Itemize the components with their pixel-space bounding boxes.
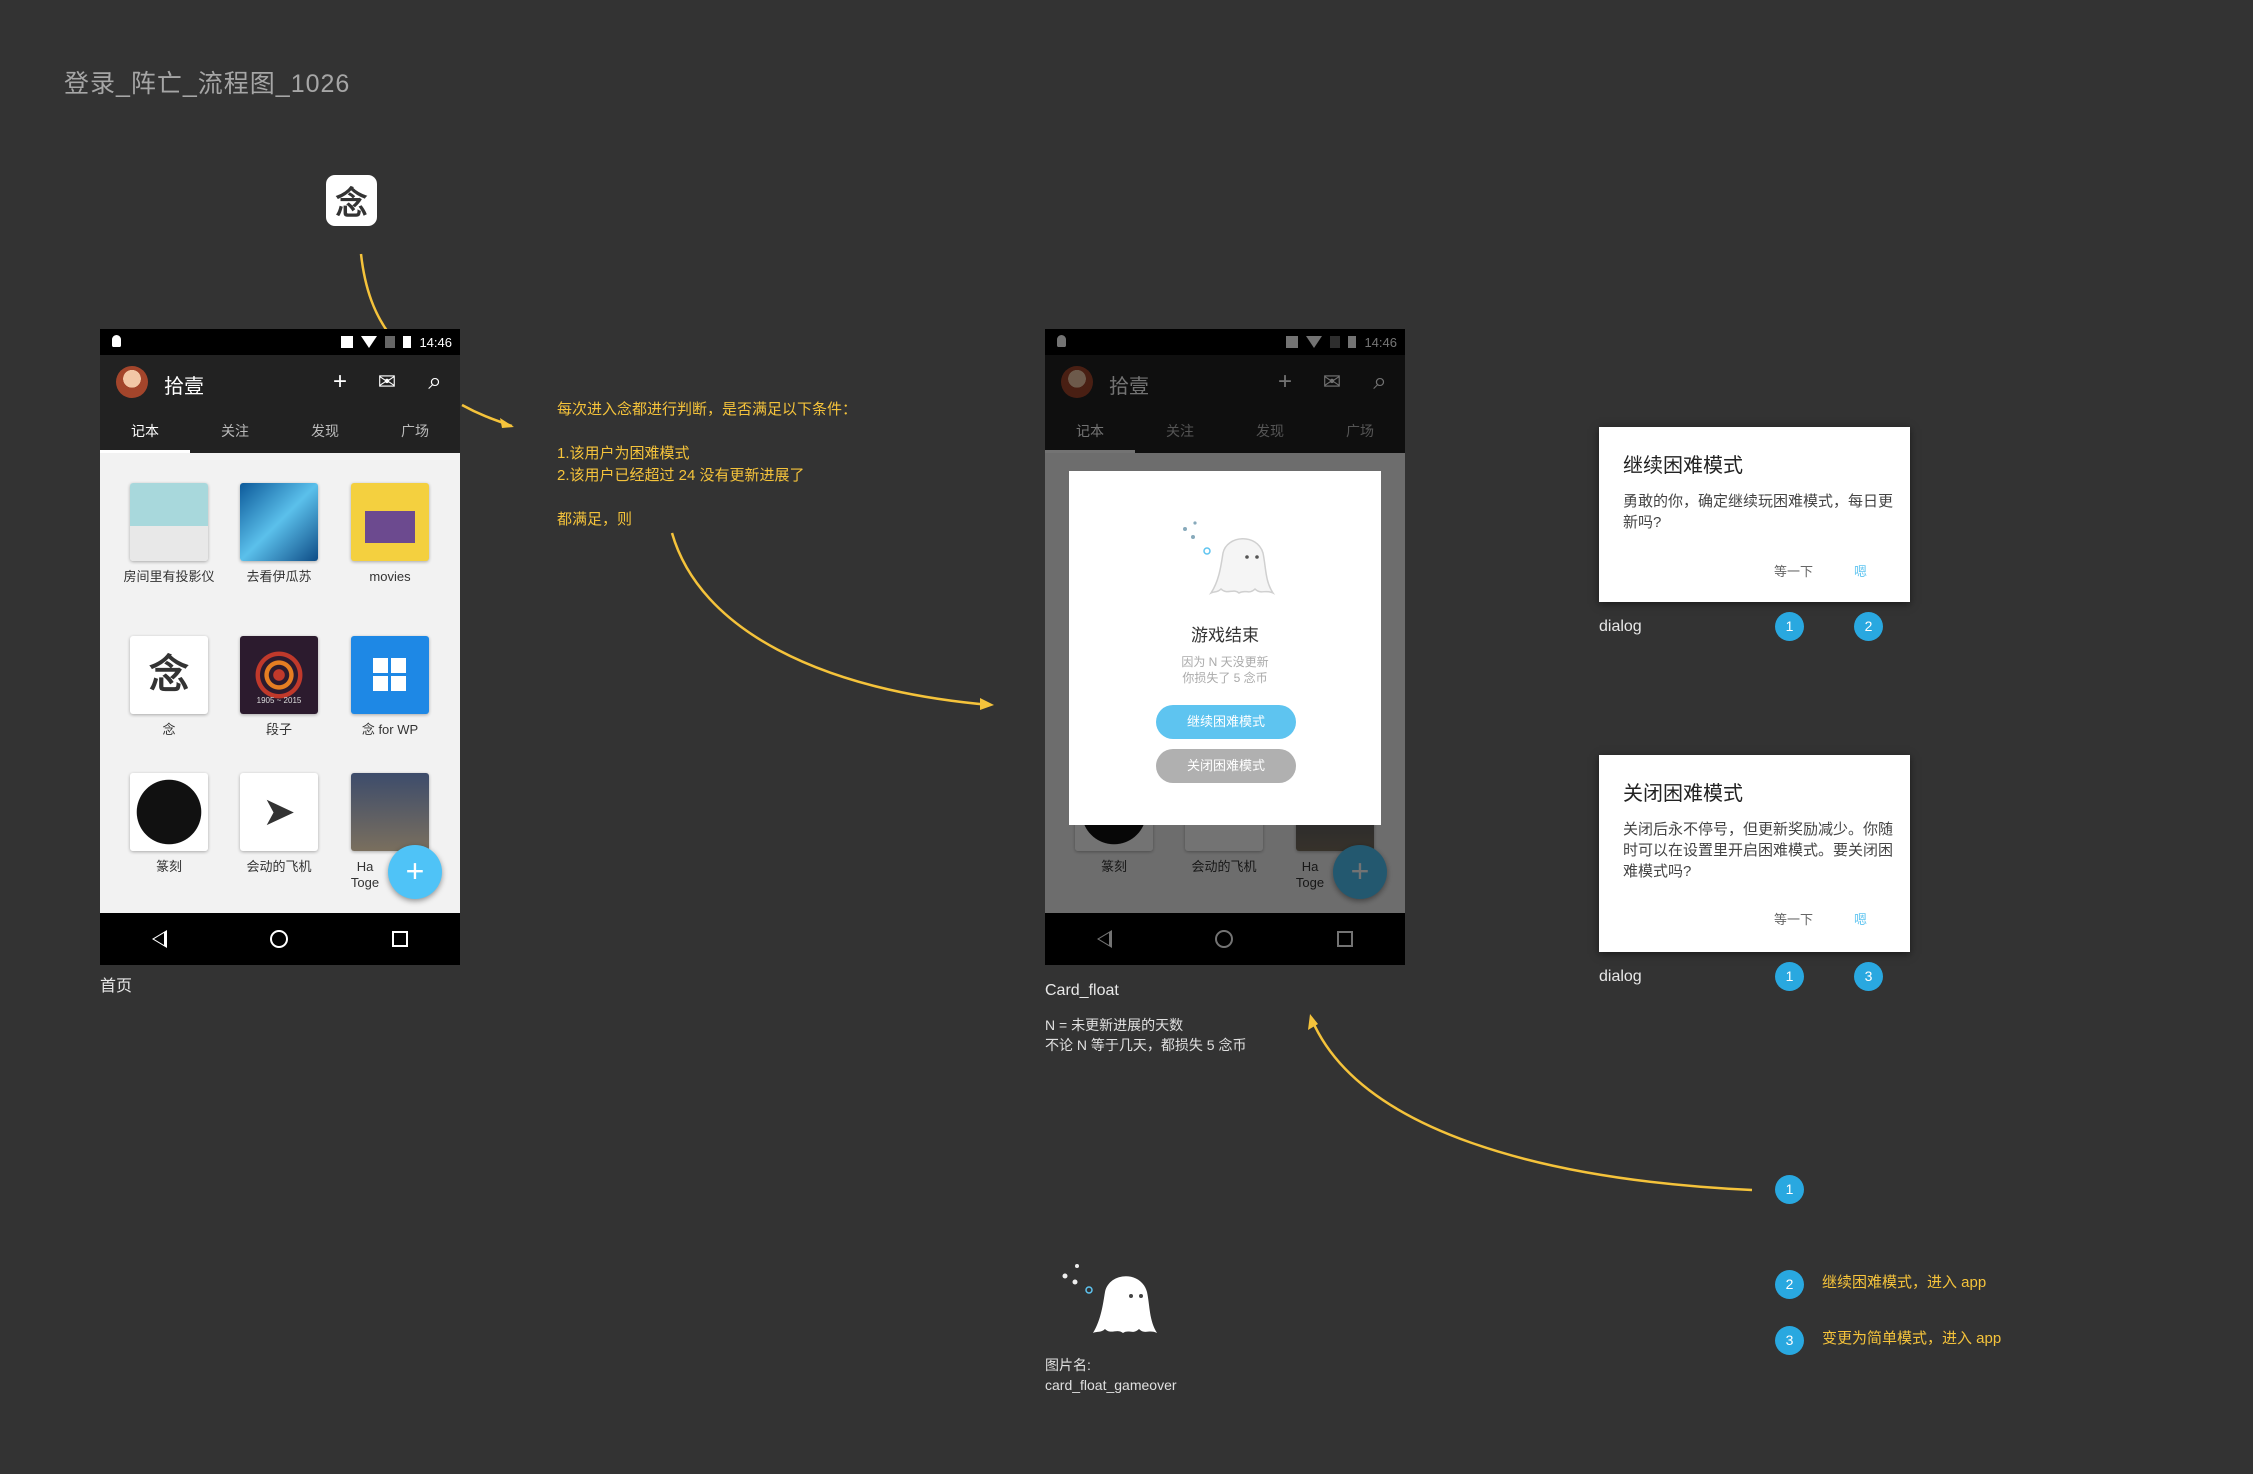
notebook-label: 会动的飞机 [246,859,312,874]
tab-notebooks[interactable]: 记本 [100,409,190,453]
step-badge: 2 [1854,612,1883,641]
search-icon[interactable]: ⌕ [422,369,448,395]
toolbar: 拾壹 + ✉ ⌕ [100,355,460,409]
status-bar: 14:46 [100,329,460,355]
nav-bar [100,913,460,965]
image-name-line: card_float_gameover [1045,1377,1177,1393]
phone-home: 14:46 拾壹 + ✉ ⌕ 记本 关注 发现 广场 房间里有投影仪 去看伊瓜苏… [100,329,460,965]
legend-badge: 1 [1775,1175,1804,1204]
windows-thumbnail [351,636,429,714]
condition-line: 都满足，则 [557,511,633,528]
legend-text: 变更为简单模式，进入 app [1822,1330,2002,1347]
arrow-icon-to-phone [359,253,392,336]
notebook-item[interactable]: 房间里有投影仪 [114,483,224,585]
image-name-note: 图片名: card_float_gameover [1045,1355,1177,1395]
arrow-head-note [500,418,514,428]
notebook-label: 篆刻 [155,859,182,874]
home-icon[interactable] [270,930,289,948]
ghost-asset-icon [1062,1264,1157,1333]
status-time: 14:46 [419,334,452,350]
notebook-item[interactable]: ➤ 会动的飞机 [224,773,334,875]
notebook-item[interactable]: 篆刻 [114,773,224,875]
card-caption: Card_float [1045,982,1119,999]
legend-text: 继续困难模式，进入 app [1822,1274,1987,1291]
band-thumbnail [351,773,429,851]
condition-line: 2.该用户已经超过 24 没有更新进展了 [557,467,805,484]
tab-square[interactable]: 广场 [370,409,460,453]
notification-icon [112,335,121,347]
mail-icon[interactable]: ✉ [374,369,400,395]
notebook-item[interactable]: movies [335,483,445,585]
legend-badge: 2 [1775,1270,1804,1299]
dialog-ok-button[interactable]: 嗯 [1854,561,1867,580]
dialog-caption: dialog [1599,618,1642,635]
dialog-caption: dialog [1599,968,1642,985]
condition-line: 1.该用户为困难模式 [557,445,690,462]
notebook-label: movies [369,569,411,584]
ghost-icon [1183,521,1276,595]
card-title: 游戏结束 [1191,626,1259,645]
recent-apps-icon[interactable] [392,931,409,947]
battery-icon [403,336,412,348]
game-over-card: 游戏结束 因为 N 天没更新 你损失了 5 念币 继续困难模式 关闭困难模式 [1069,471,1381,825]
legend-badge: 3 [1775,1326,1804,1355]
add-icon[interactable]: + [327,369,353,395]
continue-hard-mode-button[interactable]: 继续困难模式 [1156,705,1296,739]
phone-card-float: 14:46 拾壹 + ✉ ⌕ 记本 关注 发现 广场 篆刻 ➤ 会动的飞机 Ha… [1045,329,1405,965]
brain-thumbnail [130,773,208,851]
notebook-label: 去看伊瓜苏 [246,569,312,584]
notebook-item[interactable]: 1905 ~ 2015 段子 [224,636,334,738]
notebook-label: Ha Toge [350,859,380,890]
notebook-label: 念 [162,722,176,737]
notebook-item[interactable]: 念 念 [114,636,224,738]
dialog-body: 关闭后永不停号，但更新奖励减少。你随时可以在设置里开启困难模式。要关闭困难模式吗… [1623,821,1894,880]
notebook-label: 房间里有投影仪 [123,569,215,584]
wifi-icon [361,336,378,348]
tab-follow[interactable]: 关注 [190,409,280,453]
toolbar-title: 拾壹 [164,376,204,398]
card-subtitle: 你损失了 5 念币 [1182,671,1268,685]
paper-plane-thumbnail: ➤ [240,773,318,851]
close-hard-mode-button[interactable]: 关闭困难模式 [1156,749,1296,783]
add-fab-button[interactable]: + [388,845,442,899]
dialog-title: 继续困难模式 [1623,455,1743,477]
condition-line: 每次进入念都进行判断，是否满足以下条件： [557,401,858,418]
fingerprint-thumbnail: 1905 ~ 2015 [240,636,318,714]
notebook-label: 段子 [265,722,292,737]
card-note-line: N = 未更新进展的天数 [1045,1017,1184,1033]
tab-discover[interactable]: 发现 [280,409,370,453]
condition-note: 每次进入念都进行判断，是否满足以下条件： 1.该用户为困难模式 2.该用户已经超… [557,399,857,531]
notebook-label: 念 for WP [361,722,419,737]
notebook-item[interactable]: 念 for WP [335,636,445,738]
home-caption: 首页 [100,978,133,995]
dialog-continue-hard-mode: 继续困难模式 勇敢的你，确定继续玩困难模式，每日更新吗? 等一下 嗯 [1599,427,1910,602]
card-subtitle: 因为 N 天没更新 [1181,655,1269,669]
vibrate-icon [341,336,354,348]
dialog-wait-button[interactable]: 等一下 [1774,561,1813,580]
step-badge: 1 [1775,612,1804,641]
arrow-note-to-card [670,532,991,707]
notebook-item[interactable]: 去看伊瓜苏 [224,483,334,585]
avatar[interactable] [116,366,148,398]
dialog-wait-button[interactable]: 等一下 [1774,909,1813,928]
waterfall-thumbnail [240,483,318,561]
arrow-head-card [980,698,994,710]
notebook-grid: 房间里有投影仪 去看伊瓜苏 movies 念 念 1905 ~ 2015 段子 … [100,453,460,913]
card-note-line: 不论 N 等于几天，都损失 5 念币 [1045,1037,1247,1053]
dialog-close-hard-mode: 关闭困难模式 关闭后永不停号，但更新奖励减少。你随时可以在设置里开启困难模式。要… [1599,755,1910,952]
step-badge: 1 [1775,962,1804,991]
arrow-badge-to-card [1310,1019,1753,1192]
nian-thumbnail: 念 [130,636,208,714]
dialog-body: 勇敢的你，确定继续玩困难模式，每日更新吗? [1623,493,1894,531]
projector-thumbnail [130,483,208,561]
step-badge: 3 [1854,962,1883,991]
dialog-ok-button[interactable]: 嗯 [1854,909,1867,928]
back-icon[interactable] [151,930,167,948]
tab-bar: 记本 关注 发现 广场 [100,409,460,453]
clapperboard-thumbnail [351,483,429,561]
card-note: N = 未更新进展的天数 不论 N 等于几天，都损失 5 念币 [1045,1015,1246,1055]
dialog-title: 关闭困难模式 [1623,783,1743,805]
image-name-line: 图片名: [1045,1357,1091,1373]
signal-icon [385,336,396,348]
